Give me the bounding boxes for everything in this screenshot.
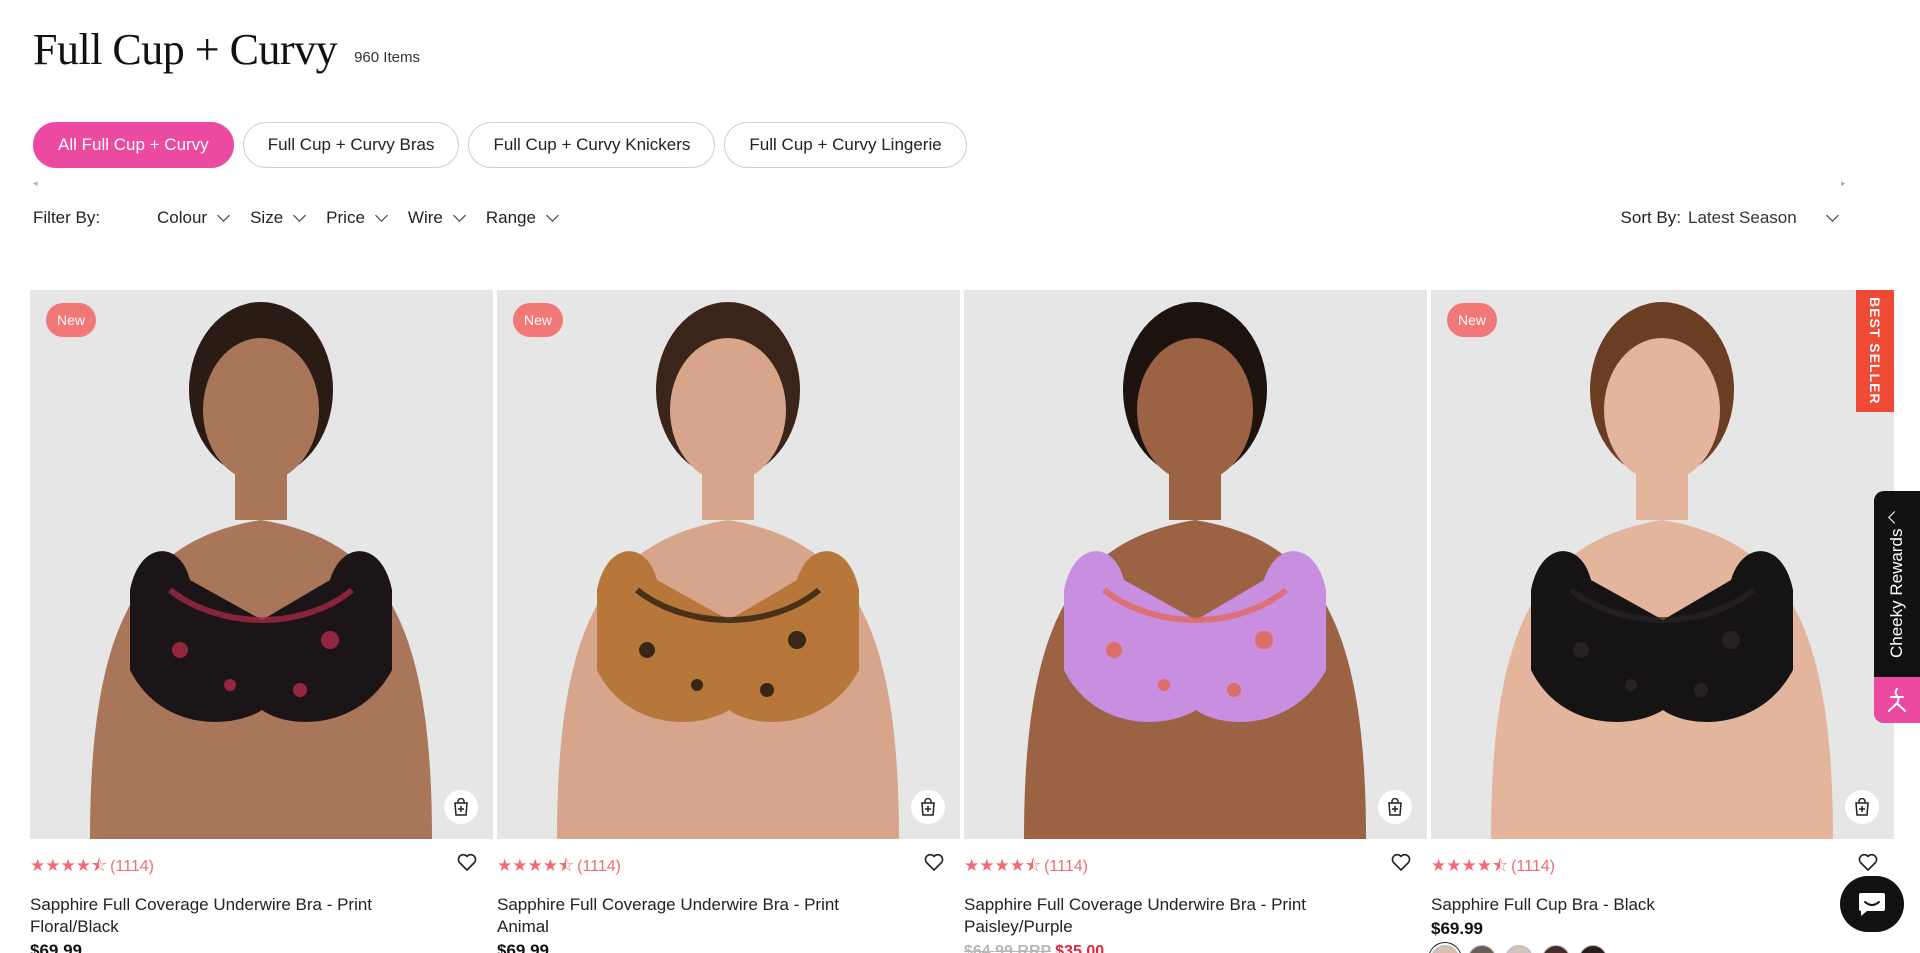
review-count[interactable]: (1114) (1044, 858, 1088, 876)
filter-colour[interactable]: Colour (157, 208, 230, 228)
product-card[interactable]: New BEST SELLER ★★★★⯪ (1114) Sapphire Fu… (1431, 290, 1894, 953)
rewards-logo-icon (1874, 677, 1920, 723)
chat-icon (1859, 893, 1885, 916)
tab-full-cup-curvy-lingerie[interactable]: Full Cup + Curvy Lingerie (724, 122, 967, 168)
item-count: 960 Items (354, 49, 420, 66)
review-count[interactable]: (1114) (1511, 858, 1555, 876)
quick-add-button[interactable] (911, 790, 945, 824)
tab-full-cup-curvy-knickers[interactable]: Full Cup + Curvy Knickers (468, 122, 716, 168)
chat-button[interactable] (1840, 876, 1904, 932)
product-image[interactable]: New (497, 290, 960, 839)
colour-swatch[interactable] (1468, 945, 1496, 953)
filter-price[interactable]: Price (326, 208, 388, 228)
filter-label: Filter By: (33, 208, 101, 227)
quick-add-button[interactable] (444, 790, 478, 824)
filter-bar: Filter By: Colour Size Price Wire Range … (33, 203, 1843, 233)
chevron-down-icon (452, 209, 466, 222)
product-rating: ★★★★⯪ (1114) (1431, 856, 1894, 877)
product-rating: ★★★★⯪ (1114) (964, 856, 1427, 877)
sort-control: Sort By: Latest Season (1621, 203, 1843, 233)
wishlist-button[interactable] (1858, 853, 1878, 876)
product-name[interactable]: Sapphire Full Coverage Underwire Bra - P… (497, 894, 857, 938)
bag-plus-icon (921, 798, 935, 816)
new-badge: New (1447, 303, 1498, 337)
colour-swatch[interactable] (1431, 945, 1459, 953)
tab-all-full-cup-curvy[interactable]: All Full Cup + Curvy (33, 122, 234, 168)
product-image[interactable]: New (30, 290, 493, 839)
product-price: $69.99 (1431, 919, 1483, 938)
page-header: Full Cup + Curvy 960 Items (33, 24, 420, 76)
review-count[interactable]: (1114) (110, 858, 154, 876)
product-rating: ★★★★⯪ (1114) (30, 856, 493, 877)
product-price: $69.99 (497, 941, 549, 953)
heart-icon (1858, 853, 1878, 871)
new-badge: New (46, 303, 97, 337)
tab-full-cup-curvy-bras[interactable]: Full Cup + Curvy Bras (242, 122, 460, 168)
product-grid: New ★★★★⯪ (1114) Sapphire Full Coverage … (30, 290, 1894, 953)
product-info: ★★★★⯪ (1114) Sapphire Full Coverage Unde… (497, 839, 960, 953)
heart-icon (1391, 853, 1411, 871)
colour-swatch[interactable] (1542, 945, 1570, 953)
product-card[interactable]: New ★★★★⯪ (1114) Sapphire Full Coverage … (30, 290, 493, 953)
scroll-left-arrow-icon[interactable]: ◂ (33, 178, 38, 189)
chevron-down-icon (546, 209, 559, 222)
colour-swatch[interactable] (1579, 945, 1607, 953)
product-price: $64.99 RRP $35.00 (964, 941, 1427, 953)
quick-add-button[interactable] (1845, 790, 1879, 824)
filter-range[interactable]: Range (486, 208, 559, 228)
sort-label: Sort By: (1620, 208, 1681, 227)
filter-size[interactable]: Size (250, 208, 307, 228)
filter-wire[interactable]: Wire (408, 208, 466, 228)
bag-plus-icon (1855, 798, 1869, 816)
product-name[interactable]: Sapphire Full Coverage Underwire Bra - P… (964, 894, 1324, 938)
rating-stars: ★★★★⯪ (30, 855, 108, 875)
quick-add-button[interactable] (1378, 790, 1412, 824)
chevron-down-icon (217, 209, 230, 222)
category-tabs: All Full Cup + Curvy Full Cup + Curvy Br… (33, 122, 967, 168)
rating-stars: ★★★★⯪ (964, 855, 1042, 875)
product-price: $69.99 (30, 941, 82, 953)
product-name[interactable]: Sapphire Full Coverage Underwire Bra - P… (30, 894, 390, 938)
sort-select[interactable]: Latest Season (1688, 208, 1843, 228)
best-seller-badge: BEST SELLER (1856, 290, 1894, 412)
chevron-down-icon (293, 209, 307, 222)
review-count[interactable]: (1114) (577, 858, 621, 876)
heart-icon (924, 853, 944, 871)
product-card[interactable]: ★★★★⯪ (1114) Sapphire Full Coverage Unde… (964, 290, 1427, 953)
colour-swatches (1431, 945, 1894, 953)
product-info: ★★★★⯪ (1114) Sapphire Full Cup Bra - Bla… (1431, 839, 1894, 953)
bag-plus-icon (1388, 798, 1402, 816)
product-rating: ★★★★⯪ (1114) (497, 856, 960, 877)
cheeky-rewards-tab[interactable]: Cheeky Rewards (1874, 491, 1920, 723)
product-info: ★★★★⯪ (1114) Sapphire Full Coverage Unde… (30, 839, 493, 953)
page-title: Full Cup + Curvy (33, 25, 338, 74)
product-image[interactable]: New BEST SELLER (1431, 290, 1894, 839)
wishlist-button[interactable] (457, 853, 477, 876)
chevron-down-icon (375, 209, 388, 222)
bag-plus-icon (454, 798, 468, 816)
product-image[interactable] (964, 290, 1427, 839)
heart-icon (457, 853, 477, 871)
rating-stars: ★★★★⯪ (1431, 855, 1509, 875)
wishlist-button[interactable] (1391, 853, 1411, 876)
new-badge: New (513, 303, 564, 337)
product-card[interactable]: New ★★★★⯪ (1114) Sapphire Full Coverage … (497, 290, 960, 953)
colour-swatch[interactable] (1505, 945, 1533, 953)
scroll-right-arrow-icon[interactable]: ▸ (1841, 178, 1846, 189)
sort-value: Latest Season (1688, 208, 1797, 227)
product-name[interactable]: Sapphire Full Cup Bra - Black (1431, 894, 1791, 916)
wishlist-button[interactable] (924, 853, 944, 876)
rating-stars: ★★★★⯪ (497, 855, 575, 875)
product-info: ★★★★⯪ (1114) Sapphire Full Coverage Unde… (964, 839, 1427, 953)
rewards-label: Cheeky Rewards (1887, 528, 1906, 658)
price-old: $64.99 RRP (964, 943, 1052, 953)
price-sale: $35.00 (1055, 943, 1105, 953)
chevron-down-icon (1826, 209, 1839, 222)
